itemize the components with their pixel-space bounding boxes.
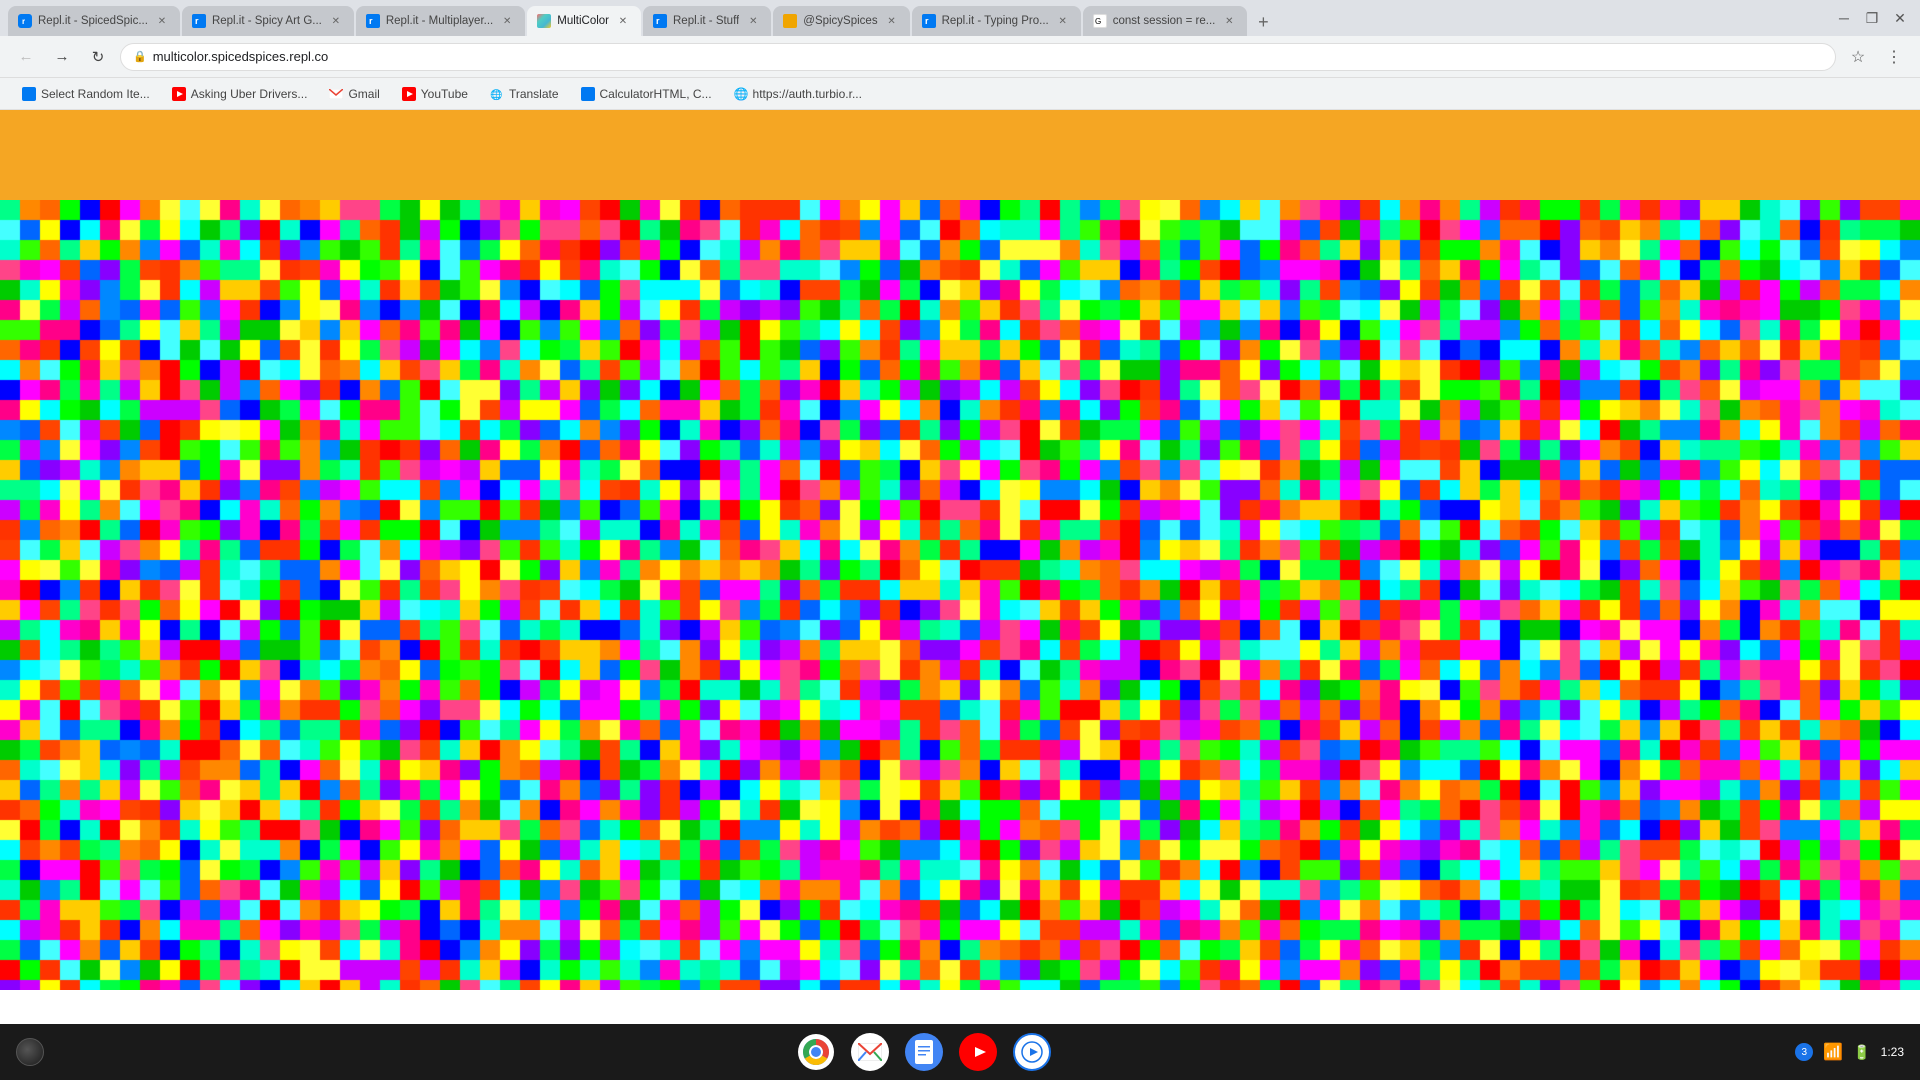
tab-replit-7[interactable]: r Repl.it - Typing Pro... ✕ — [912, 6, 1081, 36]
tab-close-2[interactable]: ✕ — [328, 13, 344, 29]
svg-text:🌐: 🌐 — [490, 88, 502, 101]
svg-text:r: r — [22, 17, 25, 26]
browser-window: r Repl.it - SpicedSpic... ✕ r Repl.it - … — [0, 0, 1920, 990]
taskbar: 3 📶 🔋 1:23 — [0, 1024, 1920, 1080]
minimize-button[interactable]: ─ — [1832, 6, 1856, 30]
notification-badge: 3 — [1795, 1043, 1813, 1061]
taskbar-youtube-icon[interactable] — [959, 1033, 997, 1071]
tab-label-5: Repl.it - Stuff — [673, 15, 739, 27]
tab-close-7[interactable]: ✕ — [1055, 13, 1071, 29]
forward-button[interactable]: → — [48, 43, 76, 71]
svg-text:G: G — [1095, 17, 1101, 26]
bookmark-favicon-5: 🌐 — [490, 87, 504, 101]
notification-count: 3 — [1802, 1047, 1808, 1058]
lock-icon: 🔒 — [133, 50, 147, 63]
bookmark-label-6: CalculatorHTML, C... — [600, 87, 712, 101]
tab-replit-1[interactable]: r Repl.it - SpicedSpic... ✕ — [8, 6, 180, 36]
taskbar-chrome-icon[interactable] — [797, 1033, 835, 1071]
taskbar-time: 1:23 — [1881, 1045, 1904, 1059]
bookmark-favicon-3 — [329, 87, 343, 101]
bookmark-select-random[interactable]: Select Random Ite... — [12, 82, 160, 106]
bookmark-label-2: Asking Uber Drivers... — [191, 87, 308, 101]
tab-close-4[interactable]: ✕ — [615, 13, 631, 29]
tabs-container: r Repl.it - SpicedSpic... ✕ r Repl.it - … — [8, 0, 1824, 36]
address-bar[interactable]: 🔒 multicolor.spicedspices.repl.co — [120, 43, 1836, 71]
tab-favicon-7: r — [922, 14, 936, 28]
tab-favicon-1: r — [18, 14, 32, 28]
tab-close-6[interactable]: ✕ — [884, 13, 900, 29]
tab-label-6: @SpicySpices — [803, 15, 877, 27]
svg-text:r: r — [195, 16, 199, 26]
tab-multicolor[interactable]: MultiColor ✕ — [527, 6, 641, 36]
new-tab-button[interactable]: + — [1249, 8, 1277, 36]
bookmark-favicon-6 — [581, 87, 595, 101]
tab-label-7: Repl.it - Typing Pro... — [942, 15, 1049, 27]
page-orange-header — [0, 110, 1920, 200]
reload-button[interactable]: ↻ — [84, 43, 112, 71]
bookmark-gmail[interactable]: Gmail — [319, 82, 389, 106]
bookmark-turbio[interactable]: 🌐 https://auth.turbio.r... — [724, 82, 872, 106]
bookmark-favicon-2 — [172, 87, 186, 101]
content-area — [0, 110, 1920, 990]
back-button[interactable]: ← — [12, 43, 40, 71]
svg-text:r: r — [369, 16, 373, 26]
svg-text:r: r — [925, 16, 929, 26]
wifi-icon: 📶 — [1823, 1042, 1843, 1062]
tab-replit-5[interactable]: r Repl.it - Stuff ✕ — [643, 6, 771, 36]
color-canvas — [0, 200, 1920, 990]
tab-favicon-6 — [783, 14, 797, 28]
tab-label-3: Repl.it - Multiplayer... — [386, 15, 493, 27]
bookmark-calculator[interactable]: CalculatorHTML, C... — [571, 82, 722, 106]
tab-favicon-2: r — [192, 14, 206, 28]
window-controls: ─ ❐ ✕ — [1832, 6, 1912, 30]
taskbar-play-icon[interactable] — [1013, 1033, 1051, 1071]
bookmarks-bar: Select Random Ite... Asking Uber Drivers… — [0, 78, 1920, 110]
bookmark-label-4: YouTube — [421, 87, 468, 101]
taskbar-left — [16, 1038, 52, 1066]
tab-label-8: const session = re... — [1113, 15, 1216, 27]
bookmark-favicon-7: 🌐 — [734, 87, 748, 101]
menu-button[interactable]: ⋮ — [1880, 43, 1908, 71]
tab-label-4: MultiColor — [557, 15, 609, 27]
taskbar-center — [52, 1033, 1795, 1071]
tab-replit-2[interactable]: r Repl.it - Spicy Art G... ✕ — [182, 6, 354, 36]
bookmark-label-3: Gmail — [348, 87, 379, 101]
tab-spicy[interactable]: @SpicySpices ✕ — [773, 6, 909, 36]
tab-google[interactable]: G const session = re... ✕ — [1083, 6, 1248, 36]
bookmark-label-1: Select Random Ite... — [41, 87, 150, 101]
bookmark-translate[interactable]: 🌐 Translate — [480, 82, 569, 106]
svg-text:r: r — [656, 16, 660, 26]
bookmark-asking-uber[interactable]: Asking Uber Drivers... — [162, 82, 318, 106]
taskbar-circle-icon — [16, 1038, 44, 1066]
tab-replit-3[interactable]: r Repl.it - Multiplayer... ✕ — [356, 6, 525, 36]
restore-button[interactable]: ❐ — [1860, 6, 1884, 30]
bookmark-star-button[interactable]: ☆ — [1844, 43, 1872, 71]
taskbar-docs-icon[interactable] — [905, 1033, 943, 1071]
tab-close-5[interactable]: ✕ — [745, 13, 761, 29]
tab-close-8[interactable]: ✕ — [1221, 13, 1237, 29]
close-button[interactable]: ✕ — [1888, 6, 1912, 30]
bookmark-label-5: Translate — [509, 87, 559, 101]
tab-favicon-8: G — [1093, 14, 1107, 28]
tab-close-3[interactable]: ✕ — [499, 13, 515, 29]
bookmark-youtube[interactable]: YouTube — [392, 82, 478, 106]
tab-favicon-4 — [537, 14, 551, 28]
tab-label-1: Repl.it - SpicedSpic... — [38, 15, 148, 27]
url-text: multicolor.spicedspices.repl.co — [153, 49, 1823, 64]
battery-icon: 🔋 — [1853, 1044, 1870, 1061]
tab-favicon-3: r — [366, 14, 380, 28]
taskbar-right: 3 📶 🔋 1:23 — [1795, 1042, 1904, 1062]
nav-bar: ← → ↻ 🔒 multicolor.spicedspices.repl.co … — [0, 36, 1920, 78]
tab-favicon-5: r — [653, 14, 667, 28]
bookmark-favicon-1 — [22, 87, 36, 101]
bookmark-label-7: https://auth.turbio.r... — [753, 87, 862, 101]
tab-label-2: Repl.it - Spicy Art G... — [212, 15, 322, 27]
multicolor-grid — [0, 200, 1920, 990]
tab-close-1[interactable]: ✕ — [154, 13, 170, 29]
bookmark-favicon-4 — [402, 87, 416, 101]
taskbar-gmail-icon[interactable] — [851, 1033, 889, 1071]
title-bar: r Repl.it - SpicedSpic... ✕ r Repl.it - … — [0, 0, 1920, 36]
